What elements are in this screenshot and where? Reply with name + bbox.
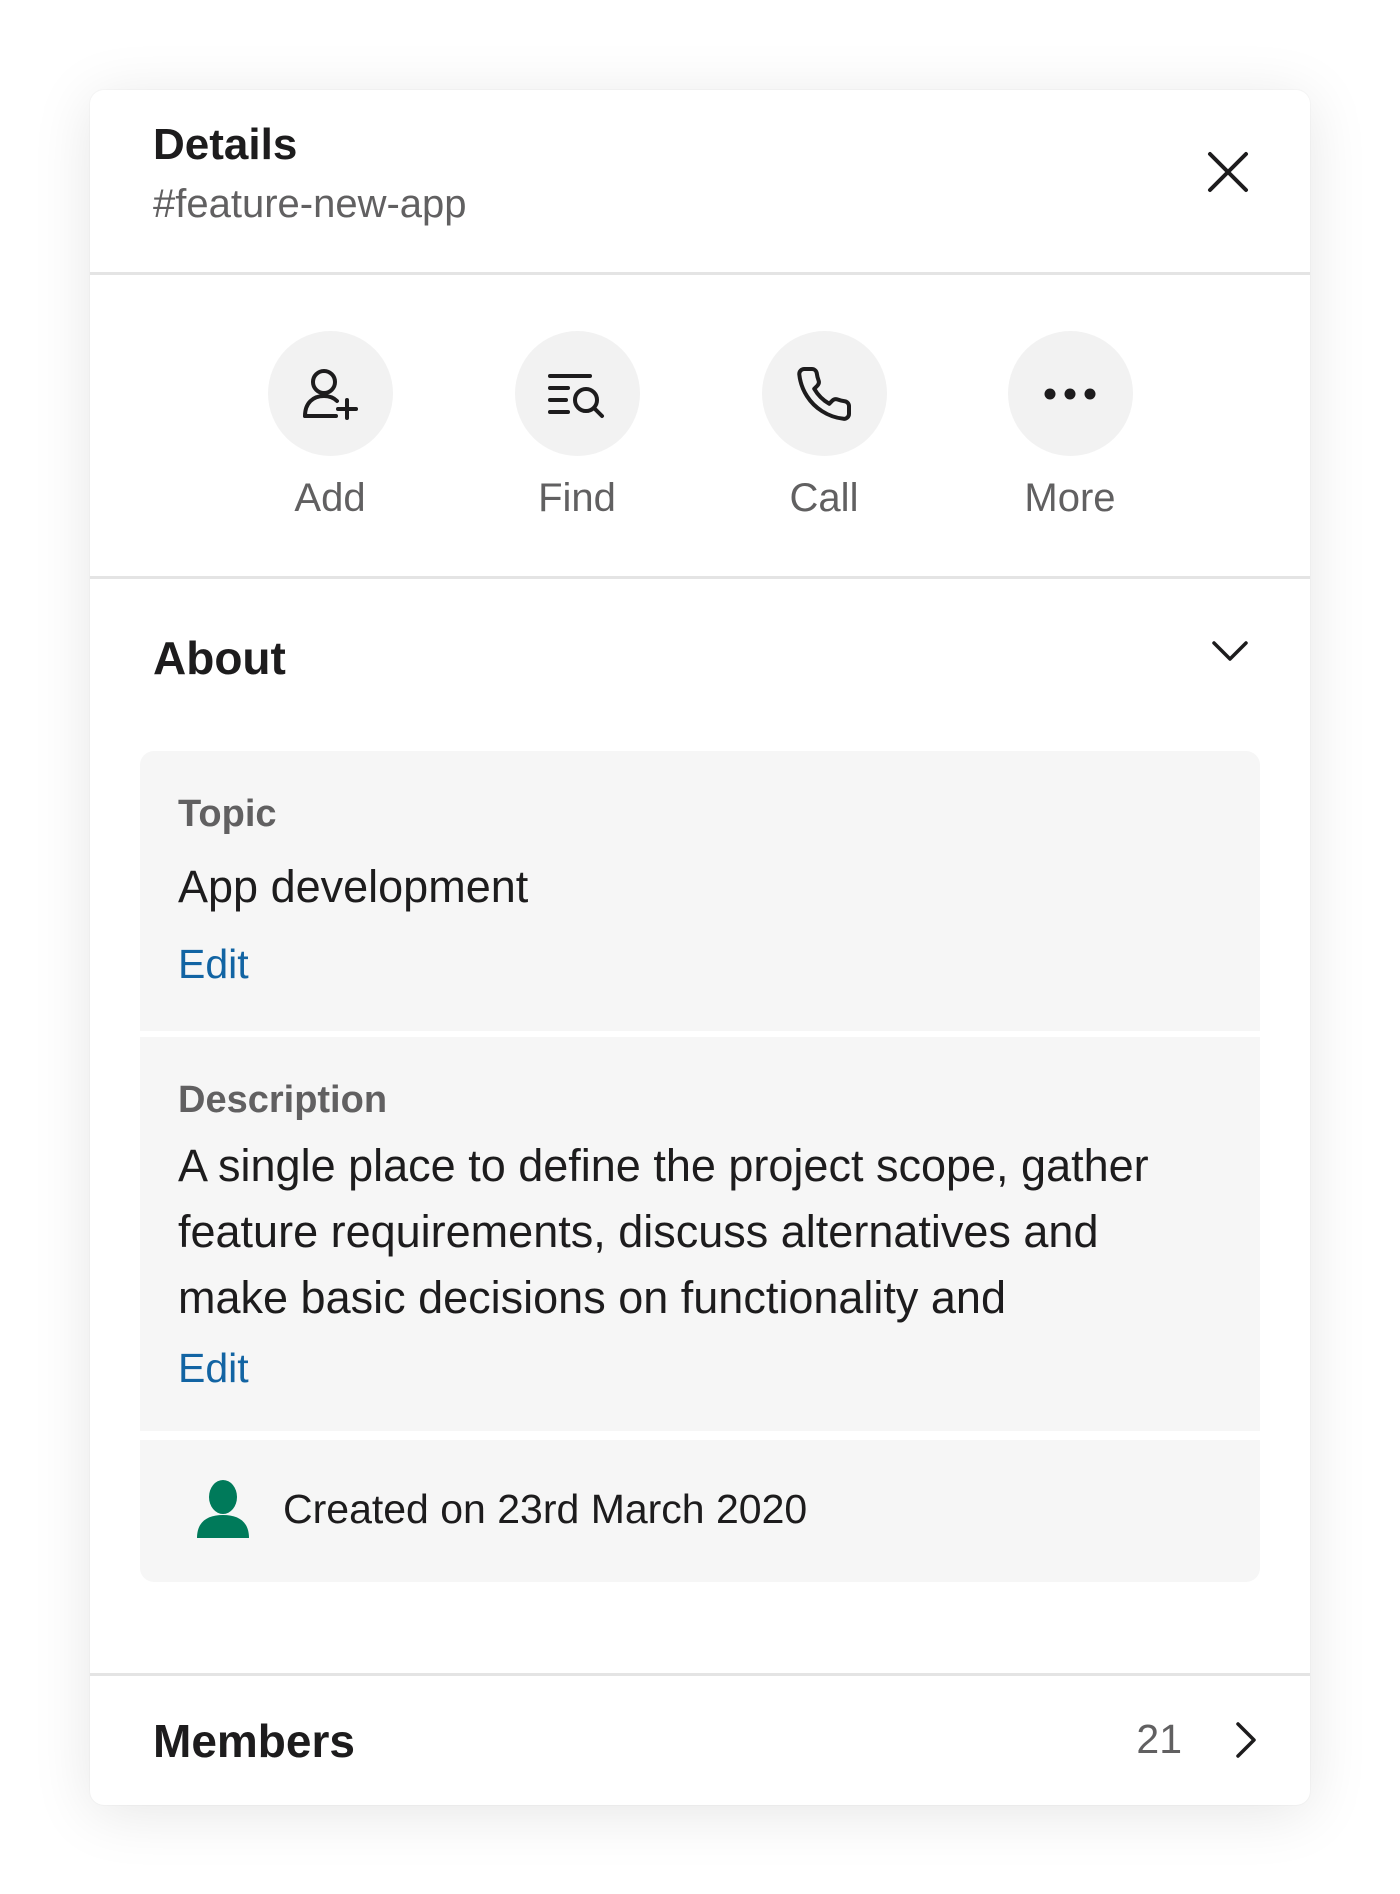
created-card: Created on 23rd March 2020 (140, 1440, 1260, 1582)
user-icon (197, 1480, 249, 1538)
edit-description-link[interactable]: Edit (178, 1345, 249, 1392)
call-label: Call (789, 476, 859, 520)
call-button[interactable]: Call (724, 331, 924, 521)
description-value: A single place to define the project sco… (178, 1140, 1149, 1323)
add-button[interactable]: Add (230, 331, 430, 521)
topic-card: Topic App development Edit (140, 751, 1260, 1031)
more-dots-icon (1044, 388, 1096, 399)
add-button-circle[interactable] (267, 331, 393, 456)
more-button[interactable]: More (970, 331, 1170, 521)
find-button-circle[interactable] (514, 331, 640, 456)
phone-icon (797, 366, 852, 421)
edit-topic-link[interactable]: Edit (178, 941, 249, 988)
about-title: About (153, 632, 286, 684)
find-button[interactable]: Find (477, 331, 677, 521)
close-icon (1208, 152, 1248, 192)
find-in-channel-icon (548, 373, 604, 418)
details-panel: Details #feature-new-app Add Find Call M… (90, 90, 1310, 1805)
add-user-icon (303, 368, 358, 420)
more-label: More (1024, 476, 1116, 520)
about-section-toggle[interactable]: About (90, 579, 1310, 729)
channel-actions: Add Find Call More (90, 275, 1310, 579)
topic-label: Topic (178, 793, 277, 835)
call-button-circle[interactable] (761, 331, 887, 456)
created-date: Created on 23rd March 2020 (283, 1486, 808, 1532)
members-title: Members (153, 1715, 355, 1767)
description-card: Description A single place to define the… (140, 1037, 1260, 1431)
more-button-circle[interactable] (1007, 331, 1133, 456)
channel-name: #feature-new-app (153, 182, 467, 226)
panel-header: Details #feature-new-app (90, 90, 1310, 275)
chevron-right-icon (1236, 1722, 1256, 1758)
description-label: Description (178, 1079, 388, 1121)
members-row[interactable]: Members 21 (90, 1673, 1310, 1805)
add-label: Add (294, 476, 366, 520)
members-count: 21 (1136, 1716, 1182, 1762)
chevron-down-icon (1212, 641, 1248, 661)
find-label: Find (538, 476, 616, 520)
topic-value: App development (178, 861, 529, 912)
panel-title: Details (153, 120, 298, 169)
close-button[interactable] (1196, 140, 1260, 204)
